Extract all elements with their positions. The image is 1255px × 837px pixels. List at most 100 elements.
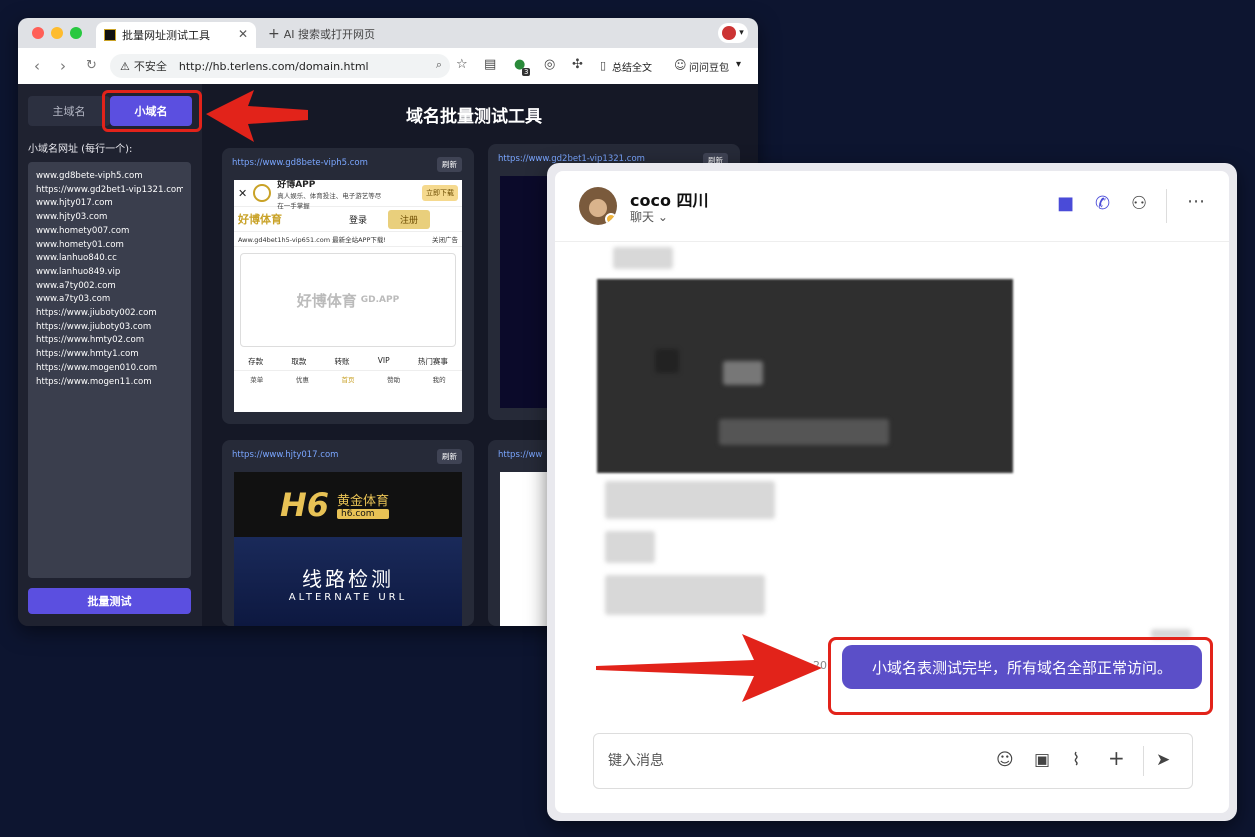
bottom-nav-item: 我的	[432, 376, 446, 384]
quick-action-item: 取款	[291, 357, 307, 366]
chat-subtitle-label: 聊天	[630, 210, 655, 224]
card-url[interactable]: https://www.hjty017.com	[232, 450, 338, 460]
app-desc: 真人娱乐、体育投注、电子游艺等尽在一手掌握	[277, 191, 382, 210]
image-icon[interactable]: ▣	[1034, 750, 1050, 770]
reload-icon[interactable]: ↻	[86, 58, 97, 73]
blurred-message	[605, 531, 655, 563]
result-card: https://www.hjty017.com 刷新 H6 黄金体育 h6.co…	[222, 440, 474, 626]
puzzle-icon[interactable]: ✣	[572, 57, 583, 72]
url-text[interactable]: http://hb.terlens.com/domain.html	[179, 60, 369, 73]
refresh-button[interactable]: 刷新	[437, 157, 462, 172]
h6-brand-text: 黄金体育 h6.com	[337, 490, 390, 519]
domain-textarea[interactable]: www.gd8bete-viph5.com https://www.gd2bet1…	[28, 162, 191, 578]
list-item: www.hjty03.com	[36, 212, 108, 223]
emoji-icon[interactable]: ☺	[996, 750, 1014, 770]
tab-bar: 批量网址测试工具 ✕ + AI 搜索或打开网页 ▾	[18, 18, 758, 48]
card-url[interactable]: https://www.gd8bete-viph5.com	[232, 158, 368, 168]
divider	[1143, 746, 1144, 776]
blurred-text	[719, 419, 889, 445]
chevron-down-icon: ▾	[739, 28, 744, 38]
ask-doubao-button[interactable]: 问问豆包	[689, 59, 729, 74]
close-ad-label: 关闭广告	[432, 236, 458, 244]
site-screenshot: H6 黄金体育 h6.com 线路检测 ALTERNATE URL	[234, 472, 462, 626]
quick-action-item: 转账	[334, 357, 350, 366]
batch-test-button[interactable]: 批量测试	[28, 588, 191, 614]
message-input[interactable]: 键入消息	[608, 750, 664, 770]
bottom-nav-item: 菜单	[250, 376, 264, 384]
more-icon[interactable]: ⋯	[1187, 191, 1205, 212]
extension-2-icon[interactable]: ◎	[544, 57, 555, 72]
domain-list-label: 小域名网址 (每行一个):	[28, 144, 133, 155]
blurred-message	[613, 247, 673, 269]
banner-brand-sub: GD.APP	[360, 295, 400, 305]
quick-actions: 存款 取款 转账 VIP 热门赛事	[234, 353, 462, 370]
card-url[interactable]: https://ww	[498, 450, 542, 460]
highlight-box	[102, 90, 202, 132]
chat-window: coco 四川 聊天 ⌄ ■ ✆ ⚇ ⋯ 20 小域名表测试完毕，所有域名全部正…	[547, 163, 1237, 821]
status-badge	[605, 213, 617, 225]
close-window-button[interactable]	[32, 27, 44, 39]
divider	[1166, 189, 1167, 223]
plus-icon: +	[268, 26, 280, 42]
refresh-button[interactable]: 刷新	[437, 449, 462, 464]
new-tab-label: AI 搜索或打开网页	[283, 28, 375, 41]
plus-icon[interactable]: +	[1108, 746, 1125, 770]
login-row: 好博体育 登录 注册	[234, 207, 462, 231]
tab-active[interactable]: 批量网址测试工具 ✕	[96, 22, 256, 48]
star-icon[interactable]: ☆	[456, 57, 468, 72]
zoom-icon[interactable]: ⌕	[436, 58, 442, 72]
list-item: www.a7ty03.com	[36, 294, 111, 305]
quick-action-item: 热门赛事	[417, 357, 448, 366]
chat-header: coco 四川 聊天 ⌄ ■ ✆ ⚇ ⋯	[555, 171, 1229, 242]
attach-icon[interactable]: ⌇	[1072, 750, 1080, 770]
new-tab-button[interactable]: + AI 搜索或打开网页	[268, 26, 375, 42]
insecure-label: 不安全	[133, 60, 167, 73]
summarize-button[interactable]: 总结全文	[612, 59, 652, 74]
quick-action-item: VIP	[377, 356, 390, 365]
list-item: www.lanhuo849.vip	[36, 266, 121, 277]
tab-close-icon[interactable]: ✕	[238, 27, 248, 41]
list-item: https://www.gd2bet1-vip1321.com	[36, 184, 183, 195]
download-label: 立即下载	[422, 185, 458, 201]
extension-badge: 3	[522, 68, 531, 76]
app-promo-row: ✕ 好博APP 真人娱乐、体育投注、电子游艺等尽在一手掌握 立即下载	[234, 180, 462, 210]
register-label: 注册	[388, 209, 431, 229]
brand-name: 好博体育	[238, 213, 282, 226]
omnibox[interactable]: ⚠ 不安全 http://hb.terlens.com/domain.html …	[110, 54, 450, 78]
tab-main-domain[interactable]: 主域名	[28, 96, 110, 126]
login-label: 登录	[348, 215, 367, 226]
extension-icon[interactable]: ▤	[484, 57, 496, 72]
list-item: www.homety01.com	[36, 239, 124, 250]
chevron-down-icon[interactable]: ▾	[736, 59, 741, 70]
sidebar: 主域名 小域名 小域名网址 (每行一个): www.gd8bete-viph5.…	[18, 84, 202, 626]
message-composer[interactable]: 键入消息 ☺ ▣ ⌇ + ➤	[593, 733, 1193, 789]
video-call-icon[interactable]: ■	[1057, 193, 1074, 214]
list-item: www.homety007.com	[36, 225, 130, 236]
page-title: 域名批量测试工具	[406, 107, 542, 127]
annotation-arrow-right	[596, 634, 822, 702]
address-bar: ‹ › ↻ ⚠ 不安全 http://hb.terlens.com/domain…	[18, 48, 758, 85]
list-item: https://www.hmty02.com	[36, 335, 145, 346]
profile-button[interactable]: ▾	[718, 23, 748, 43]
bottom-nav: 菜单 优惠 首页 赞助 我的	[234, 370, 462, 384]
phone-icon[interactable]: ✆	[1095, 193, 1110, 214]
h6-brand-domain: h6.com	[337, 509, 390, 519]
forward-icon[interactable]: ›	[60, 57, 66, 75]
chevron-down-icon: ⌄	[657, 210, 668, 224]
blurred-message	[605, 575, 765, 615]
avatar[interactable]	[579, 187, 617, 225]
highlight-box	[828, 637, 1213, 715]
maximize-window-button[interactable]	[70, 27, 82, 39]
list-item: https://www.mogen11.com	[36, 376, 152, 387]
back-icon[interactable]: ‹	[34, 57, 40, 75]
bottom-nav-item: 赞助	[387, 376, 401, 384]
alt-url-label: ALTERNATE URL	[288, 592, 408, 603]
send-icon[interactable]: ➤	[1156, 750, 1170, 770]
minimize-window-button[interactable]	[51, 27, 63, 39]
warning-icon: ⚠	[120, 59, 130, 73]
banner-image: 好博体育 GD.APP	[240, 253, 456, 347]
document-icon: ▯	[600, 59, 607, 72]
bottom-nav-item: 优惠	[295, 376, 309, 384]
add-people-icon[interactable]: ⚇	[1131, 193, 1147, 214]
chat-subtitle[interactable]: 聊天 ⌄	[630, 208, 668, 225]
